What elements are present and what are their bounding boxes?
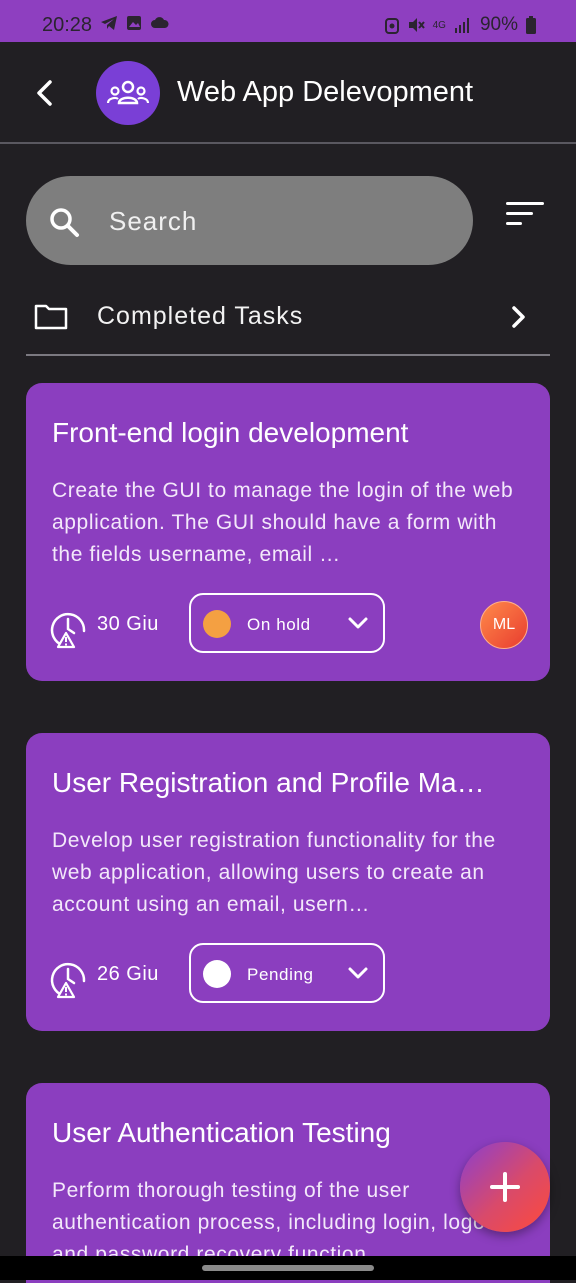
project-avatar bbox=[96, 61, 160, 125]
plus-icon bbox=[490, 1172, 520, 1202]
completed-tasks-label: Completed Tasks bbox=[97, 302, 304, 330]
signal-icon bbox=[454, 18, 469, 33]
status-dropdown[interactable]: On hold bbox=[189, 593, 385, 653]
status-indicator bbox=[203, 610, 231, 638]
app-bar: Web App Delevopment bbox=[0, 42, 576, 142]
sort-button[interactable] bbox=[506, 200, 544, 230]
status-bar: 20:28 4G 90% bbox=[0, 0, 576, 42]
back-button[interactable] bbox=[30, 78, 60, 108]
status-time: 20:28 bbox=[42, 14, 93, 36]
chevron-down-icon bbox=[348, 967, 368, 979]
task-title: Front-end login development bbox=[52, 417, 409, 448]
status-indicator bbox=[203, 960, 231, 988]
mute-icon bbox=[408, 18, 425, 32]
overdue-clock-icon bbox=[50, 612, 86, 649]
sort-icon bbox=[506, 202, 544, 225]
search-input[interactable] bbox=[26, 176, 473, 265]
search-icon bbox=[50, 208, 79, 237]
overdue-clock-icon bbox=[50, 962, 86, 999]
section-divider bbox=[26, 354, 550, 356]
app-bar-divider bbox=[0, 142, 576, 144]
alarm-icon bbox=[384, 18, 399, 34]
page-title: Web App Delevopment bbox=[177, 76, 474, 108]
telegram-icon bbox=[101, 16, 117, 30]
chevron-down-icon bbox=[348, 617, 368, 629]
task-title: User Registration and Profile Ma… bbox=[52, 767, 485, 798]
status-label: On hold bbox=[247, 615, 311, 634]
back-arrow-icon bbox=[37, 80, 52, 106]
chevron-right-icon bbox=[512, 306, 525, 328]
battery-level: 90% bbox=[479, 14, 518, 35]
image-icon bbox=[127, 16, 141, 30]
due-date: 30 Giu bbox=[97, 613, 159, 635]
search-placeholder: Search bbox=[109, 206, 198, 236]
system-icons: 4G 90% bbox=[384, 14, 536, 36]
task-description: Create the GUI to manage the login of th… bbox=[52, 479, 514, 566]
notification-icons bbox=[100, 15, 170, 31]
task-card[interactable]: User Registration and Profile Ma… Develo… bbox=[26, 733, 550, 1031]
group-icon bbox=[106, 80, 150, 105]
assignee-avatar[interactable]: ML bbox=[480, 601, 528, 649]
status-dropdown[interactable]: Pending bbox=[189, 943, 385, 1003]
add-task-button[interactable] bbox=[460, 1142, 550, 1232]
task-card[interactable]: Front-end login development Create the G… bbox=[26, 383, 550, 681]
due-date: 26 Giu bbox=[97, 963, 159, 985]
network-type: 4G bbox=[432, 19, 446, 31]
battery-icon bbox=[526, 16, 536, 34]
folder-icon bbox=[34, 304, 68, 330]
cloud-icon bbox=[151, 17, 169, 28]
task-description: Develop user registration functionality … bbox=[52, 829, 496, 916]
task-title: User Authentication Testing bbox=[52, 1117, 391, 1148]
status-label: Pending bbox=[247, 965, 314, 984]
home-indicator[interactable] bbox=[202, 1265, 374, 1271]
